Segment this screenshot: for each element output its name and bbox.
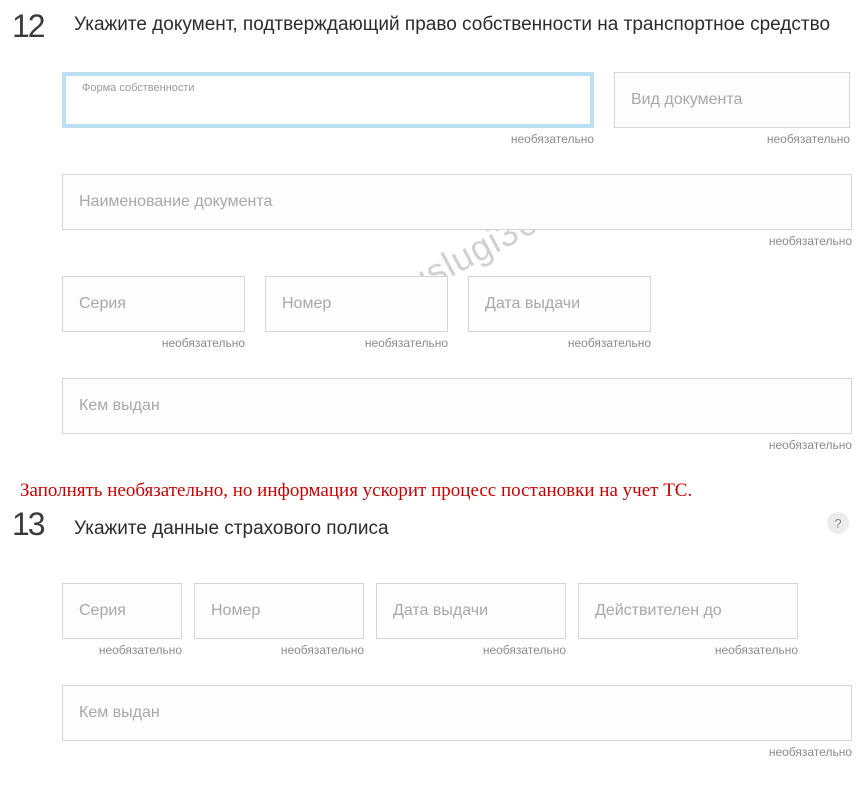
issue-date-12-hint: необязательно bbox=[468, 336, 651, 350]
field-doc-type: Вид документа необязательно bbox=[614, 72, 850, 146]
section-12: 12 Укажите документ, подтверждающий прав… bbox=[12, 10, 849, 452]
number-13-input[interactable]: Номер bbox=[194, 583, 364, 639]
series-13-placeholder: Серия bbox=[79, 602, 126, 620]
series-13-input[interactable]: Серия bbox=[62, 583, 182, 639]
issue-date-12-input[interactable]: Дата выдачи bbox=[468, 276, 651, 332]
field-issued-by-12: Кем выдан необязательно bbox=[62, 378, 852, 452]
issued-by-12-input[interactable]: Кем выдан bbox=[62, 378, 852, 434]
issue-date-13-hint: необязательно bbox=[376, 643, 566, 657]
number-13-hint: необязательно bbox=[194, 643, 364, 657]
section-13: 13 Укажите данные страхового полиса ? Се… bbox=[12, 508, 849, 759]
issue-date-13-input[interactable]: Дата выдачи bbox=[376, 583, 566, 639]
field-issue-date-13: Дата выдачи необязательно bbox=[376, 583, 566, 657]
row-series-number-date: Серия необязательно Номер необязательно … bbox=[62, 276, 849, 350]
section-13-header: 13 Укажите данные страхового полиса ? bbox=[12, 508, 849, 543]
section-13-body: Серия необязательно Номер необязательно … bbox=[12, 583, 849, 759]
issue-date-13-placeholder: Дата выдачи bbox=[393, 602, 488, 620]
field-valid-until-13: Действителен до необязательно bbox=[578, 583, 798, 657]
ownership-form-label: Форма собственности bbox=[82, 82, 574, 94]
series-12-placeholder: Серия bbox=[79, 295, 126, 313]
series-13-hint: необязательно bbox=[62, 643, 182, 657]
row-doc-name: Наименование документа необязательно bbox=[62, 174, 849, 248]
number-12-input[interactable]: Номер bbox=[265, 276, 448, 332]
doc-type-input[interactable]: Вид документа bbox=[614, 72, 850, 128]
doc-type-placeholder: Вид документа bbox=[631, 91, 742, 109]
ownership-form-hint: необязательно bbox=[62, 132, 594, 146]
issued-by-12-hint: необязательно bbox=[62, 438, 852, 452]
issue-date-12-placeholder: Дата выдачи bbox=[485, 295, 580, 313]
row-issued-by-12: Кем выдан необязательно bbox=[62, 378, 849, 452]
step-title-12: Укажите документ, подтверждающий право с… bbox=[74, 10, 849, 39]
field-doc-name: Наименование документа необязательно bbox=[62, 174, 852, 248]
issued-by-13-input[interactable]: Кем выдан bbox=[62, 685, 852, 741]
field-number-12: Номер необязательно bbox=[265, 276, 448, 350]
valid-until-13-placeholder: Действителен до bbox=[595, 602, 722, 620]
valid-until-13-hint: необязательно bbox=[578, 643, 798, 657]
doc-name-input[interactable]: Наименование документа bbox=[62, 174, 852, 230]
issued-by-12-placeholder: Кем выдан bbox=[79, 397, 160, 415]
annotation-text: Заполнять необязательно, но информация у… bbox=[20, 480, 849, 502]
issued-by-13-placeholder: Кем выдан bbox=[79, 704, 160, 722]
section-12-header: 12 Укажите документ, подтверждающий прав… bbox=[12, 10, 849, 42]
row-ownership-doctype: Форма собственности необязательно Вид до… bbox=[62, 72, 849, 146]
ownership-form-input[interactable]: Форма собственности bbox=[62, 72, 594, 128]
row-policy-top: Серия необязательно Номер необязательно … bbox=[62, 583, 849, 657]
section-12-body: Форма собственности необязательно Вид до… bbox=[12, 72, 849, 452]
field-issue-date-12: Дата выдачи необязательно bbox=[468, 276, 651, 350]
field-number-13: Номер необязательно bbox=[194, 583, 364, 657]
valid-until-13-input[interactable]: Действителен до bbox=[578, 583, 798, 639]
number-12-hint: необязательно bbox=[265, 336, 448, 350]
step-number-13: 13 bbox=[12, 508, 74, 540]
step-number-12: 12 bbox=[12, 10, 74, 42]
doc-name-hint: необязательно bbox=[62, 234, 852, 248]
doc-type-hint: необязательно bbox=[614, 132, 850, 146]
doc-name-placeholder: Наименование документа bbox=[79, 193, 272, 211]
series-12-hint: необязательно bbox=[62, 336, 245, 350]
step-title-13: Укажите данные страхового полиса bbox=[74, 508, 811, 543]
number-13-placeholder: Номер bbox=[211, 602, 260, 620]
field-series-13: Серия необязательно bbox=[62, 583, 182, 657]
issued-by-13-hint: необязательно bbox=[62, 745, 852, 759]
number-12-placeholder: Номер bbox=[282, 295, 331, 313]
field-series-12: Серия необязательно bbox=[62, 276, 245, 350]
help-icon[interactable]: ? bbox=[827, 512, 849, 534]
row-issued-by-13: Кем выдан необязательно bbox=[62, 685, 849, 759]
field-ownership-form: Форма собственности необязательно bbox=[62, 72, 594, 146]
series-12-input[interactable]: Серия bbox=[62, 276, 245, 332]
field-issued-by-13: Кем выдан необязательно bbox=[62, 685, 852, 759]
